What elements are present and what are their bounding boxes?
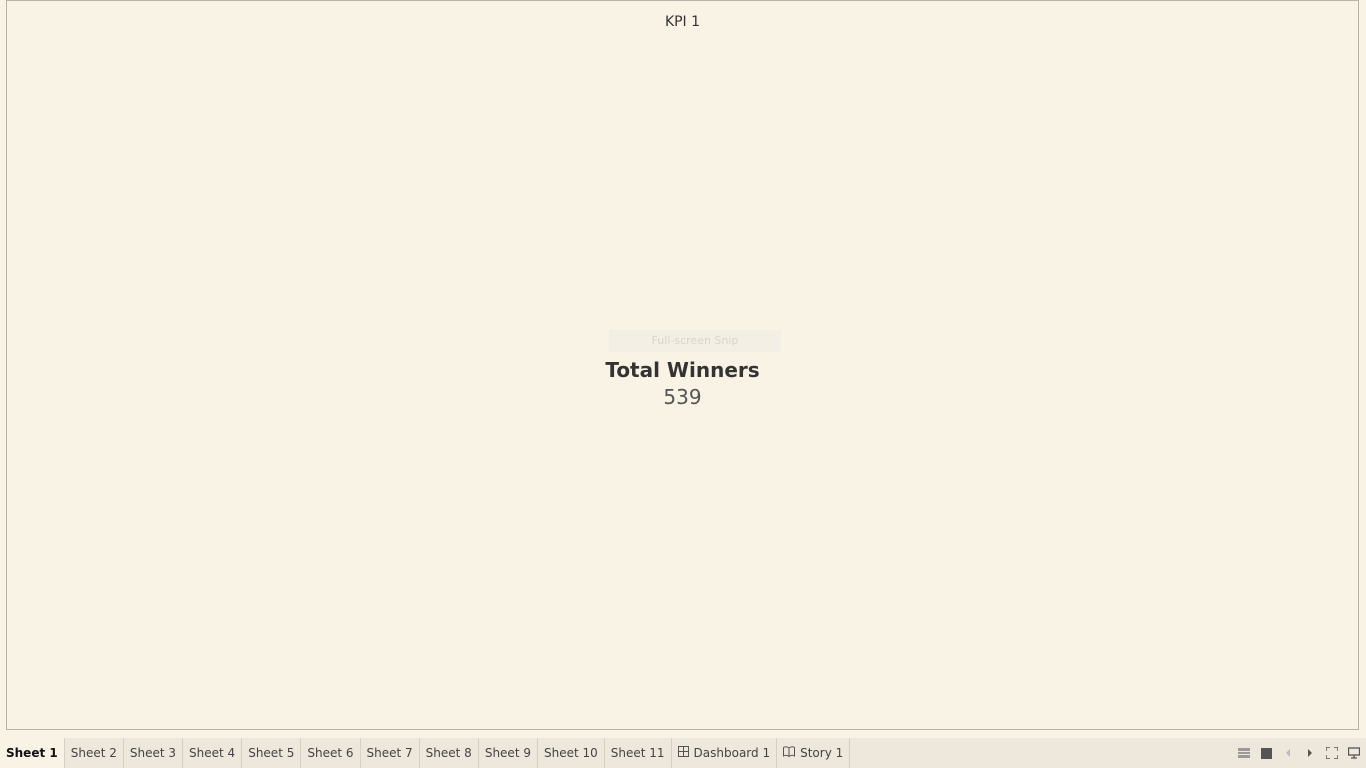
kpi-label: Total Winners [605,358,760,382]
tab-label: Sheet 8 [425,746,472,760]
tab-label: Sheet 2 [70,746,117,760]
sheet-tab-bar: Sheet 1 Sheet 2 Sheet 3 Sheet 4 Sheet 5 Sheet… [0,738,1366,768]
tab-label: Sheet 6 [307,746,354,760]
show-filmstrip-icon[interactable] [1238,747,1250,759]
previous-sheet-icon[interactable] [1282,747,1294,759]
snip-overlay-label: Full-screen Snip [609,330,781,352]
next-sheet-icon[interactable] [1304,747,1316,759]
tab-label: Dashboard 1 [693,746,771,760]
tab-label: Sheet 1 [6,746,58,760]
tab-story-1[interactable]: Story 1 [777,738,851,768]
tab-sheet-7[interactable]: Sheet 7 [361,738,420,768]
tab-sheet-8[interactable]: Sheet 8 [420,738,479,768]
tab-label: Sheet 4 [189,746,236,760]
tab-label: Sheet 3 [129,746,177,760]
tab-sheet-1[interactable]: Sheet 1 [0,738,65,768]
worksheet-canvas: KPI 1 Full-screen Snip Total Winners 539 [6,0,1359,730]
story-book-icon [783,738,796,768]
tab-label: Sheet 5 [248,746,295,760]
tab-sheet-4[interactable]: Sheet 4 [183,738,243,768]
kpi-value: 539 [663,385,702,409]
tab-label: Sheet 7 [366,746,413,760]
tab-sheet-6[interactable]: Sheet 6 [301,738,361,768]
view-controls [1238,738,1360,768]
sheet-title: KPI 1 [664,14,701,30]
fullscreen-icon[interactable] [1326,747,1338,759]
presentation-mode-icon[interactable] [1348,747,1360,759]
tab-label: Story 1 [800,746,844,760]
sheet-tabs: Sheet 1 Sheet 2 Sheet 3 Sheet 4 Sheet 5 Sheet… [0,738,851,768]
tab-sheet-2[interactable]: Sheet 2 [65,738,124,768]
tab-label: Sheet 10 [543,746,598,760]
tab-sheet-5[interactable]: Sheet 5 [242,738,302,768]
tab-sheet-3[interactable]: Sheet 3 [124,738,184,768]
tab-sheet-10[interactable]: Sheet 10 [538,738,605,768]
dashboard-grid-icon [677,738,689,768]
tab-sheet-9[interactable]: Sheet 9 [479,738,538,768]
tab-label: Sheet 9 [484,746,531,760]
tab-label: Sheet 11 [610,746,665,760]
tab-sheet-11[interactable]: Sheet 11 [605,738,672,768]
show-tabs-icon[interactable] [1260,747,1272,759]
tab-dashboard-1[interactable]: Dashboard 1 [672,738,778,768]
